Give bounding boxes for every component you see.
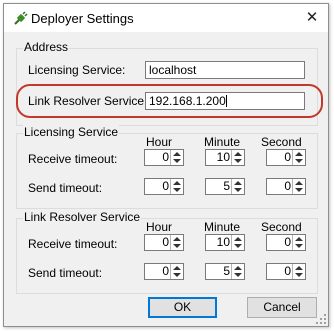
stepper-value: 0	[284, 179, 291, 193]
stepper-arrows-icon[interactable]	[170, 264, 183, 279]
minute-header: Minute	[203, 135, 241, 149]
resolver-receive-minute-stepper[interactable]: 10	[205, 234, 245, 251]
address-group-title: Address	[23, 40, 70, 54]
licensing-service-value: localhost	[149, 63, 197, 77]
licensing-service-group-title: Licensing Service	[23, 125, 120, 139]
stepper-arrows-icon[interactable]	[292, 235, 305, 250]
stepper-arrows-icon[interactable]	[170, 150, 183, 165]
licensing-receive-hour-stepper[interactable]: 0	[144, 149, 184, 166]
resolver-send-second-stepper[interactable]: 0	[266, 263, 306, 280]
hour-header: Hour	[145, 135, 172, 149]
stepper-value: 0	[284, 235, 291, 249]
stepper-arrows-icon[interactable]	[292, 264, 305, 279]
licensing-receive-timeout-label: Receive timeout:	[28, 152, 118, 166]
title-bar: Deployer Settings ✕	[4, 4, 328, 32]
stepper-value: 0	[162, 264, 169, 278]
licensing-send-timeout-label: Send timeout:	[28, 181, 103, 195]
stepper-arrows-icon[interactable]	[231, 179, 244, 194]
licensing-send-second-stepper[interactable]: 0	[266, 178, 306, 195]
stepper-arrows-icon[interactable]	[292, 179, 305, 194]
stepper-arrows-icon[interactable]	[170, 179, 183, 194]
resolver-send-timeout-label: Send timeout:	[28, 266, 103, 280]
resolver-send-minute-stepper[interactable]: 5	[205, 263, 245, 280]
resolver-receive-hour-stepper[interactable]: 0	[144, 234, 184, 251]
stepper-value: 0	[162, 150, 169, 164]
deployer-settings-dialog: Deployer Settings ✕ Address Licensing Se…	[3, 3, 329, 327]
minute-header: Minute	[203, 220, 241, 234]
stepper-arrows-icon[interactable]	[231, 235, 244, 250]
licensing-service-input[interactable]: localhost	[145, 61, 305, 79]
stepper-arrows-icon[interactable]	[170, 235, 183, 250]
second-header: Second	[261, 135, 302, 149]
resolver-send-hour-stepper[interactable]: 0	[144, 263, 184, 280]
stepper-arrows-icon[interactable]	[292, 150, 305, 165]
stepper-value: 5	[223, 264, 230, 278]
stepper-value: 5	[223, 179, 230, 193]
hour-header: Hour	[145, 220, 172, 234]
stepper-value: 10	[216, 150, 230, 164]
resolver-receive-timeout-label: Receive timeout:	[28, 237, 118, 251]
link-resolver-service-value: 192.168.1.200	[149, 94, 226, 108]
link-resolver-group-title: Link Resolver Service	[23, 210, 142, 224]
stepper-arrows-icon[interactable]	[231, 150, 244, 165]
close-icon[interactable]: ✕	[300, 8, 324, 28]
stepper-arrows-icon[interactable]	[231, 264, 244, 279]
cancel-button[interactable]: Cancel	[247, 297, 317, 318]
ok-button[interactable]: OK	[148, 297, 217, 318]
link-resolver-service-label: Link Resolver Service:	[28, 94, 148, 108]
resize-grip-icon[interactable]	[316, 314, 326, 324]
resolver-receive-second-stepper[interactable]: 0	[266, 234, 306, 251]
stepper-value: 0	[162, 179, 169, 193]
licensing-service-label: Licensing Service:	[28, 63, 126, 77]
licensing-send-hour-stepper[interactable]: 0	[144, 178, 184, 195]
text-caret	[225, 95, 227, 107]
app-plug-icon	[14, 11, 28, 25]
window-title: Deployer Settings	[31, 11, 134, 26]
stepper-value: 0	[162, 235, 169, 249]
licensing-receive-minute-stepper[interactable]: 10	[205, 149, 245, 166]
stepper-value: 0	[284, 150, 291, 164]
stepper-value: 0	[284, 264, 291, 278]
link-resolver-service-input[interactable]: 192.168.1.200	[145, 92, 305, 110]
second-header: Second	[261, 220, 302, 234]
licensing-send-minute-stepper[interactable]: 5	[205, 178, 245, 195]
licensing-receive-second-stepper[interactable]: 0	[266, 149, 306, 166]
stepper-value: 10	[216, 235, 230, 249]
